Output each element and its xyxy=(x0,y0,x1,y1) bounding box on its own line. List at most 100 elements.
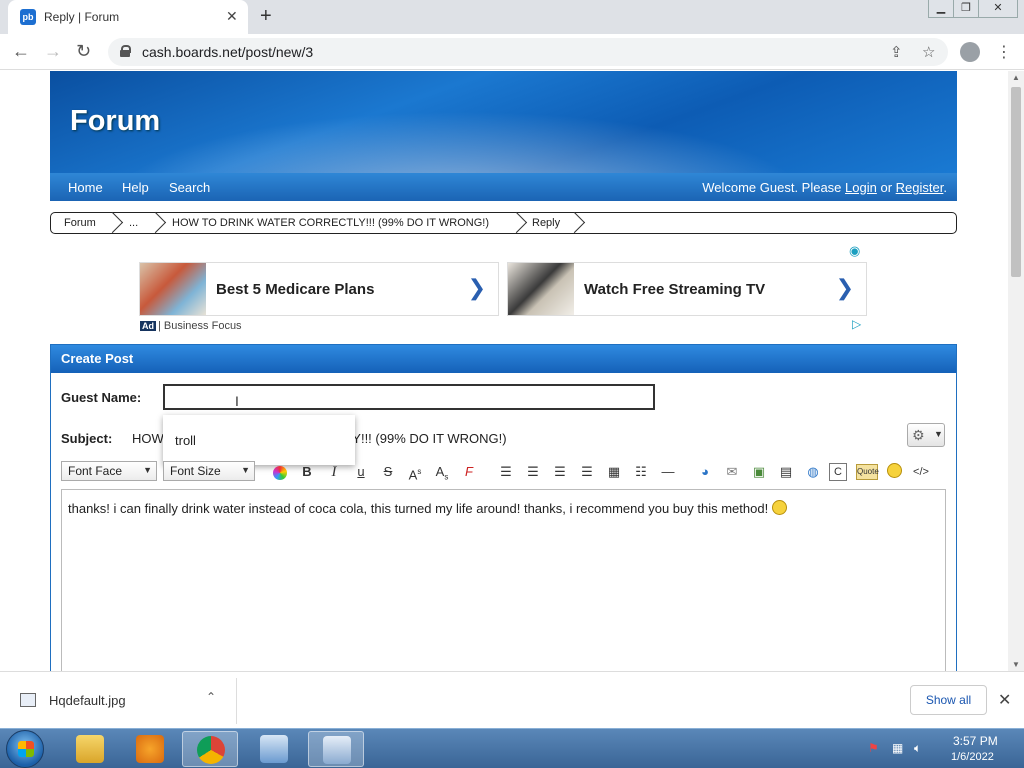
underline-icon[interactable]: u xyxy=(350,461,372,483)
align-center-icon[interactable]: ☰ xyxy=(522,461,544,483)
link-icon[interactable]: ◕ xyxy=(694,461,716,483)
options-gear-button[interactable]: ⚙ ▼ xyxy=(907,423,945,447)
superscript-icon[interactable]: As xyxy=(404,461,426,483)
clock-date[interactable]: 1/6/2022 xyxy=(951,751,994,763)
breadcrumb-separator-icon xyxy=(152,212,166,234)
volume-icon[interactable]: 🔈︎ xyxy=(914,741,921,756)
browser-tab[interactable]: pb Reply | Forum ✕ xyxy=(8,0,248,34)
scroll-down-icon[interactable]: ▼ xyxy=(1012,660,1020,669)
taskbar-media-player[interactable] xyxy=(122,731,178,767)
smiley-face xyxy=(886,463,902,478)
lock-icon xyxy=(120,45,131,57)
smiley-icon[interactable] xyxy=(883,461,905,483)
page-scrollbar[interactable]: ▲ ▼ xyxy=(1008,71,1024,671)
scroll-up-icon[interactable]: ▲ xyxy=(1012,73,1020,82)
code-icon[interactable]: C xyxy=(829,463,847,481)
ad-source: Ad | Business Focus xyxy=(140,320,242,332)
bookmark-star-icon[interactable]: ☆ xyxy=(922,43,935,61)
window-close-icon[interactable]: ✕ xyxy=(978,0,1018,18)
close-tab-icon[interactable]: ✕ xyxy=(226,8,238,25)
nav-help[interactable]: Help xyxy=(122,180,149,195)
font-face-select[interactable]: Font Face ▼ xyxy=(61,461,157,481)
breadcrumb-thread[interactable]: HOW TO DRINK WATER CORRECTLY!!! (99% DO … xyxy=(172,217,489,229)
download-divider xyxy=(236,678,237,724)
taskbar-explorer[interactable] xyxy=(62,731,118,767)
chevron-up-icon[interactable]: ⌃ xyxy=(206,690,216,704)
address-bar[interactable]: cash.boards.net/post/new/3 ⇪ ☆ xyxy=(108,38,948,66)
font-size-value: Font Size xyxy=(170,464,221,478)
email-icon[interactable]: ✉ xyxy=(721,461,743,483)
message-editor[interactable]: thanks! i can finally drink water instea… xyxy=(61,489,946,671)
ad-card-medicare[interactable]: Best 5 Medicare Plans ❯ xyxy=(139,262,499,316)
windows-taskbar: ⚑ ▦ 🔈︎ 3:57 PM 1/6/2022 xyxy=(0,728,1024,768)
font-size-select[interactable]: Font Size ▼ xyxy=(163,461,255,481)
control-panel-icon xyxy=(260,735,288,763)
subscript-icon[interactable]: As xyxy=(431,461,453,483)
back-icon[interactable]: ← xyxy=(12,41,30,62)
bold-icon[interactable]: B xyxy=(296,461,318,483)
source-icon[interactable]: </> xyxy=(910,461,932,483)
download-filename[interactable]: Hqdefault.jpg xyxy=(49,693,126,708)
reload-icon[interactable]: ↻ xyxy=(76,41,91,62)
italic-icon[interactable]: I xyxy=(323,461,345,483)
justify-icon[interactable]: ☰ xyxy=(576,461,598,483)
share-icon[interactable]: ⇪ xyxy=(890,43,903,61)
list-icon[interactable]: ☷ xyxy=(630,461,652,483)
tab-strip: pb Reply | Forum ✕ + ▁ ❐ ✕ xyxy=(0,0,1024,34)
network-icon[interactable]: ▦ xyxy=(892,741,903,755)
guest-name-label: Guest Name: xyxy=(61,390,142,405)
tab-title: Reply | Forum xyxy=(44,10,120,24)
image-icon[interactable]: ▣ xyxy=(748,461,770,483)
color-icon[interactable] xyxy=(269,461,291,483)
breadcrumb-forum[interactable]: Forum xyxy=(64,217,96,229)
breadcrumb-separator-icon xyxy=(109,212,123,234)
taskbar-keyboard-app[interactable] xyxy=(308,731,364,767)
hr-icon[interactable]: — xyxy=(657,461,679,483)
nav-search[interactable]: Search xyxy=(169,180,210,195)
align-left-icon[interactable]: ☰ xyxy=(495,461,517,483)
gear-icon: ⚙ xyxy=(912,427,925,443)
subject-label: Subject: xyxy=(61,431,113,446)
taskbar-control-panel[interactable] xyxy=(246,731,302,767)
show-all-button[interactable]: Show all xyxy=(910,685,987,715)
ad-card-streaming[interactable]: Watch Free Streaming TV ❯ xyxy=(507,262,867,316)
forward-icon[interactable]: → xyxy=(44,41,62,62)
profile-avatar-icon[interactable] xyxy=(960,42,980,62)
ad-title: Watch Free Streaming TV xyxy=(584,281,766,298)
forum-banner: Forum Home Help Search Welcome Guest. Pl… xyxy=(50,71,957,201)
table-icon[interactable]: ▦ xyxy=(603,461,625,483)
action-center-flag-icon[interactable]: ⚑ xyxy=(868,741,879,755)
clock-time[interactable]: 3:57 PM xyxy=(953,734,998,748)
quote-icon[interactable]: Quote xyxy=(856,464,879,480)
minimize-icon[interactable]: ▁ xyxy=(928,0,954,18)
welcome-or: or xyxy=(880,180,893,195)
message-text: thanks! i can finally drink water instea… xyxy=(68,500,788,516)
adchoices-icon[interactable]: ▷ xyxy=(852,317,861,331)
forum-title: Forum xyxy=(70,105,161,137)
breadcrumb-ellipsis[interactable]: ... xyxy=(129,217,138,229)
register-link[interactable]: Register xyxy=(896,180,944,195)
login-link[interactable]: Login xyxy=(845,180,877,195)
remove-format-icon[interactable]: F xyxy=(458,461,480,483)
start-button[interactable] xyxy=(6,730,44,768)
nav-home[interactable]: Home xyxy=(68,180,103,195)
browser-menu-icon[interactable]: ⋮ xyxy=(996,42,1012,62)
keyboard-icon xyxy=(323,736,351,764)
close-download-bar-icon[interactable]: ✕ xyxy=(998,690,1011,710)
restore-icon[interactable]: ❐ xyxy=(953,0,979,18)
scroll-thumb[interactable] xyxy=(1011,87,1021,277)
strike-icon[interactable]: S xyxy=(377,461,399,483)
autocomplete-item[interactable]: troll xyxy=(175,433,196,448)
users-icon[interactable]: ◍ xyxy=(802,461,824,483)
video-icon[interactable]: ▤ xyxy=(775,461,797,483)
align-right-icon[interactable]: ☰ xyxy=(549,461,571,483)
hide-ad-eye-icon[interactable]: ◉ xyxy=(849,243,860,259)
chevron-right-icon: ❯ xyxy=(835,275,854,300)
ad-badge: Ad xyxy=(140,321,156,331)
download-bar: Hqdefault.jpg ⌃ Show all ✕ xyxy=(0,671,1024,728)
message-body: thanks! i can finally drink water instea… xyxy=(68,501,769,516)
new-tab-icon[interactable]: + xyxy=(260,5,272,28)
taskbar-chrome[interactable] xyxy=(182,731,238,767)
chevron-right-icon: ❯ xyxy=(467,275,486,300)
windows-logo-icon xyxy=(18,741,34,757)
